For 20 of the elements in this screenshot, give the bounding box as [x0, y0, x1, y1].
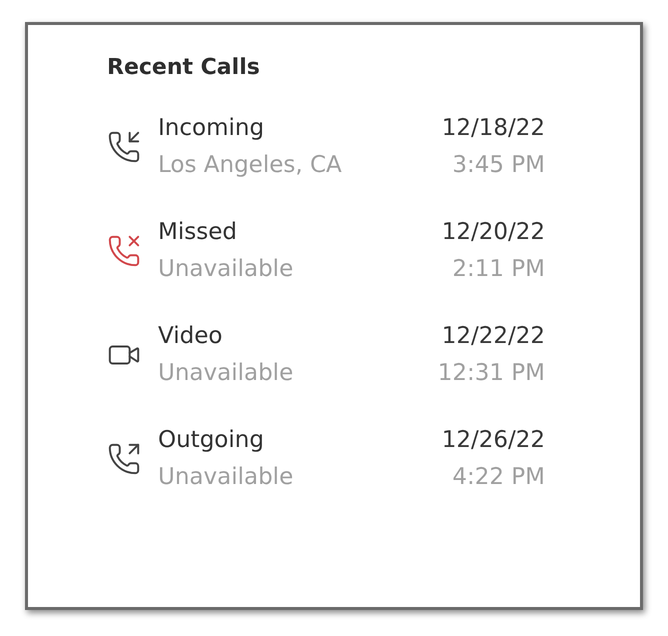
call-type-label: Incoming: [158, 114, 266, 143]
call-date: 12/26/22: [442, 426, 545, 455]
call-date: 12/18/22: [442, 114, 545, 143]
phone-outgoing-icon: [107, 442, 141, 476]
call-time: 3:45 PM: [452, 151, 545, 180]
card-title: Recent Calls: [107, 54, 260, 82]
call-location: Los Angeles, CA: [158, 151, 342, 180]
call-location: Unavailable: [158, 463, 294, 492]
call-location: Unavailable: [158, 359, 294, 388]
call-type-label: Video: [158, 322, 224, 351]
call-location: Unavailable: [158, 255, 294, 284]
call-time: 4:22 PM: [452, 463, 545, 492]
call-type-label: Outgoing: [158, 426, 265, 455]
phone-missed-icon: [107, 234, 141, 268]
call-type-label: Missed: [158, 218, 238, 247]
call-time: 12:31 PM: [438, 359, 545, 388]
call-date: 12/22/22: [442, 322, 545, 351]
call-date: 12/20/22: [442, 218, 545, 247]
phone-incoming-icon: [107, 130, 141, 164]
call-time: 2:11 PM: [452, 255, 545, 284]
